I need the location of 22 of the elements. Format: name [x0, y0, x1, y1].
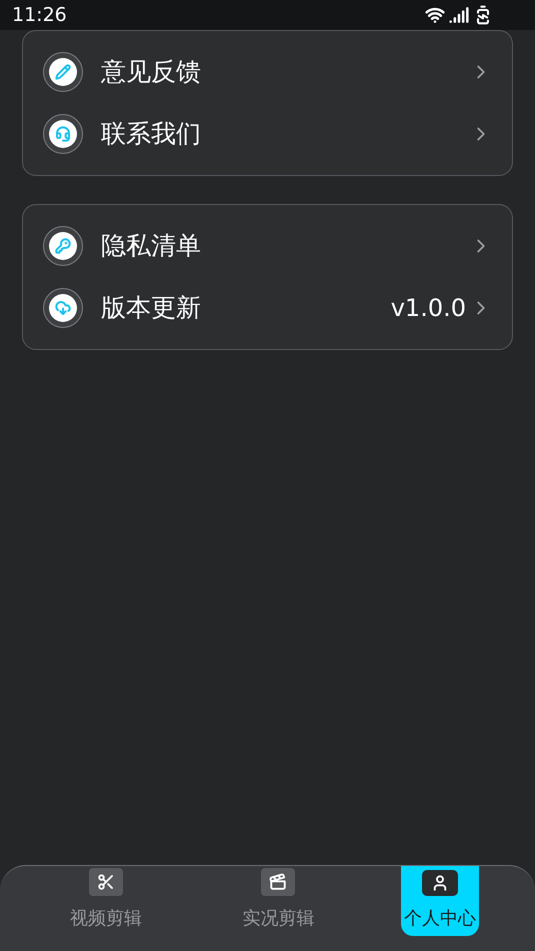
- wifi-icon: [425, 5, 445, 25]
- menu-row[interactable]: 联系我们: [43, 103, 492, 165]
- cloud-download-icon: [43, 288, 83, 328]
- key-icon: [43, 226, 83, 266]
- nav-tab[interactable]: 视频剪辑: [56, 866, 156, 936]
- signal-icon: [449, 5, 469, 25]
- menu-label: 隐私清单: [101, 230, 202, 262]
- status-time: 11:26: [12, 2, 67, 28]
- pencil-icon: [43, 52, 83, 92]
- nav-tab[interactable]: 实况剪辑: [228, 866, 328, 936]
- version-text: v1.0.0: [390, 293, 466, 324]
- menu-row[interactable]: 版本更新 v1.0.0: [43, 277, 492, 339]
- person-icon: [422, 870, 458, 896]
- menu-label: 联系我们: [101, 118, 202, 150]
- menu-label: 版本更新: [101, 292, 202, 324]
- menu-row[interactable]: 意见反馈: [43, 41, 492, 103]
- scissors-icon: [89, 868, 124, 896]
- clapperboard-icon: [261, 868, 296, 896]
- nav-tab[interactable]: 个人中心: [400, 866, 479, 936]
- headset-icon: [43, 114, 83, 154]
- menu-label: 意见反馈: [101, 56, 202, 88]
- menu-row[interactable]: 隐私清单: [43, 215, 492, 277]
